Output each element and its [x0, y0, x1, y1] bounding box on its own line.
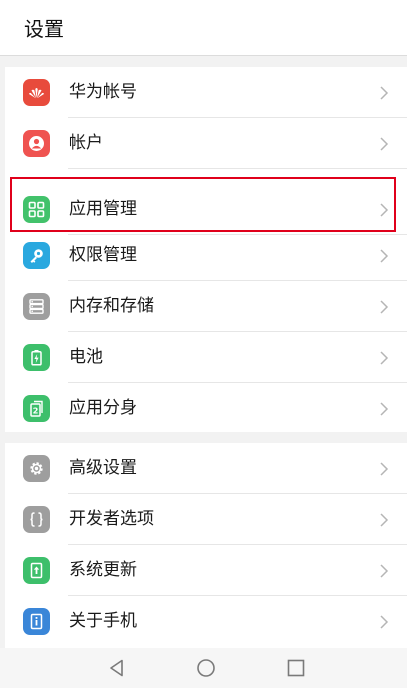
settings-item-battery[interactable]: 电池: [5, 332, 407, 383]
chevron-right-icon: [380, 513, 389, 527]
phone-info-icon: [23, 608, 50, 635]
settings-item-label: 高级设置: [69, 458, 137, 478]
settings-item-label: 开发者选项: [69, 509, 154, 529]
home-icon[interactable]: [196, 658, 216, 678]
settings-item-app-twin[interactable]: 2 应用分身: [5, 383, 407, 434]
settings-item-accounts[interactable]: 帐户: [5, 118, 407, 169]
settings-item-label: 应用分身: [69, 398, 137, 418]
apps-grid-icon: [23, 196, 50, 223]
braces-icon: [23, 506, 50, 533]
huawei-logo-icon: [23, 79, 50, 106]
chevron-right-icon: [380, 86, 389, 100]
back-icon[interactable]: [107, 658, 127, 678]
settings-item-label: 电池: [69, 347, 103, 367]
svg-text:2: 2: [33, 407, 39, 416]
chevron-right-icon: [380, 462, 389, 476]
settings-item-label: 关于手机: [69, 611, 137, 631]
settings-item-label: 系统更新: [69, 560, 137, 580]
storage-icon: [23, 293, 50, 320]
page-title: 设置: [24, 17, 64, 41]
settings-item-system-update[interactable]: 系统更新: [5, 545, 407, 596]
settings-item-advanced[interactable]: 高级设置: [5, 443, 407, 494]
settings-item-developer-options[interactable]: 开发者选项: [5, 494, 407, 545]
user-icon: [23, 130, 50, 157]
settings-group-1: 华为帐号 帐户 应用管理 权限管理 内存和存储 电池 2 应用分身: [5, 67, 407, 432]
settings-item-label: 权限管理: [69, 245, 137, 265]
chevron-right-icon: [380, 249, 389, 263]
gear-icon: [23, 455, 50, 482]
settings-group-2: 高级设置 开发者选项 系统更新 关于手机: [5, 443, 407, 648]
settings-item-label: 内存和存储: [69, 296, 154, 316]
chevron-right-icon: [380, 351, 389, 365]
key-icon: [23, 242, 50, 269]
navigation-bar: [0, 648, 407, 688]
chevron-right-icon: [380, 137, 389, 151]
settings-item-app-management[interactable]: 应用管理: [5, 184, 407, 235]
chevron-right-icon: [380, 615, 389, 629]
chevron-right-icon: [380, 402, 389, 416]
settings-item-memory-storage[interactable]: 内存和存储: [5, 281, 407, 332]
chevron-right-icon: [380, 203, 389, 217]
app-twin-icon: 2: [23, 395, 50, 422]
settings-item-about-phone[interactable]: 关于手机: [5, 596, 407, 647]
chevron-right-icon: [380, 300, 389, 314]
header: 设置: [0, 0, 407, 56]
recents-icon[interactable]: [286, 658, 306, 678]
settings-item-permissions[interactable]: 权限管理: [5, 230, 407, 281]
settings-item-label: 华为帐号: [69, 82, 137, 102]
chevron-right-icon: [380, 564, 389, 578]
system-update-icon: [23, 557, 50, 584]
settings-item-huawei-account[interactable]: 华为帐号: [5, 67, 407, 118]
settings-item-label: 帐户: [69, 133, 103, 153]
battery-icon: [23, 344, 50, 371]
settings-item-label: 应用管理: [69, 199, 137, 219]
